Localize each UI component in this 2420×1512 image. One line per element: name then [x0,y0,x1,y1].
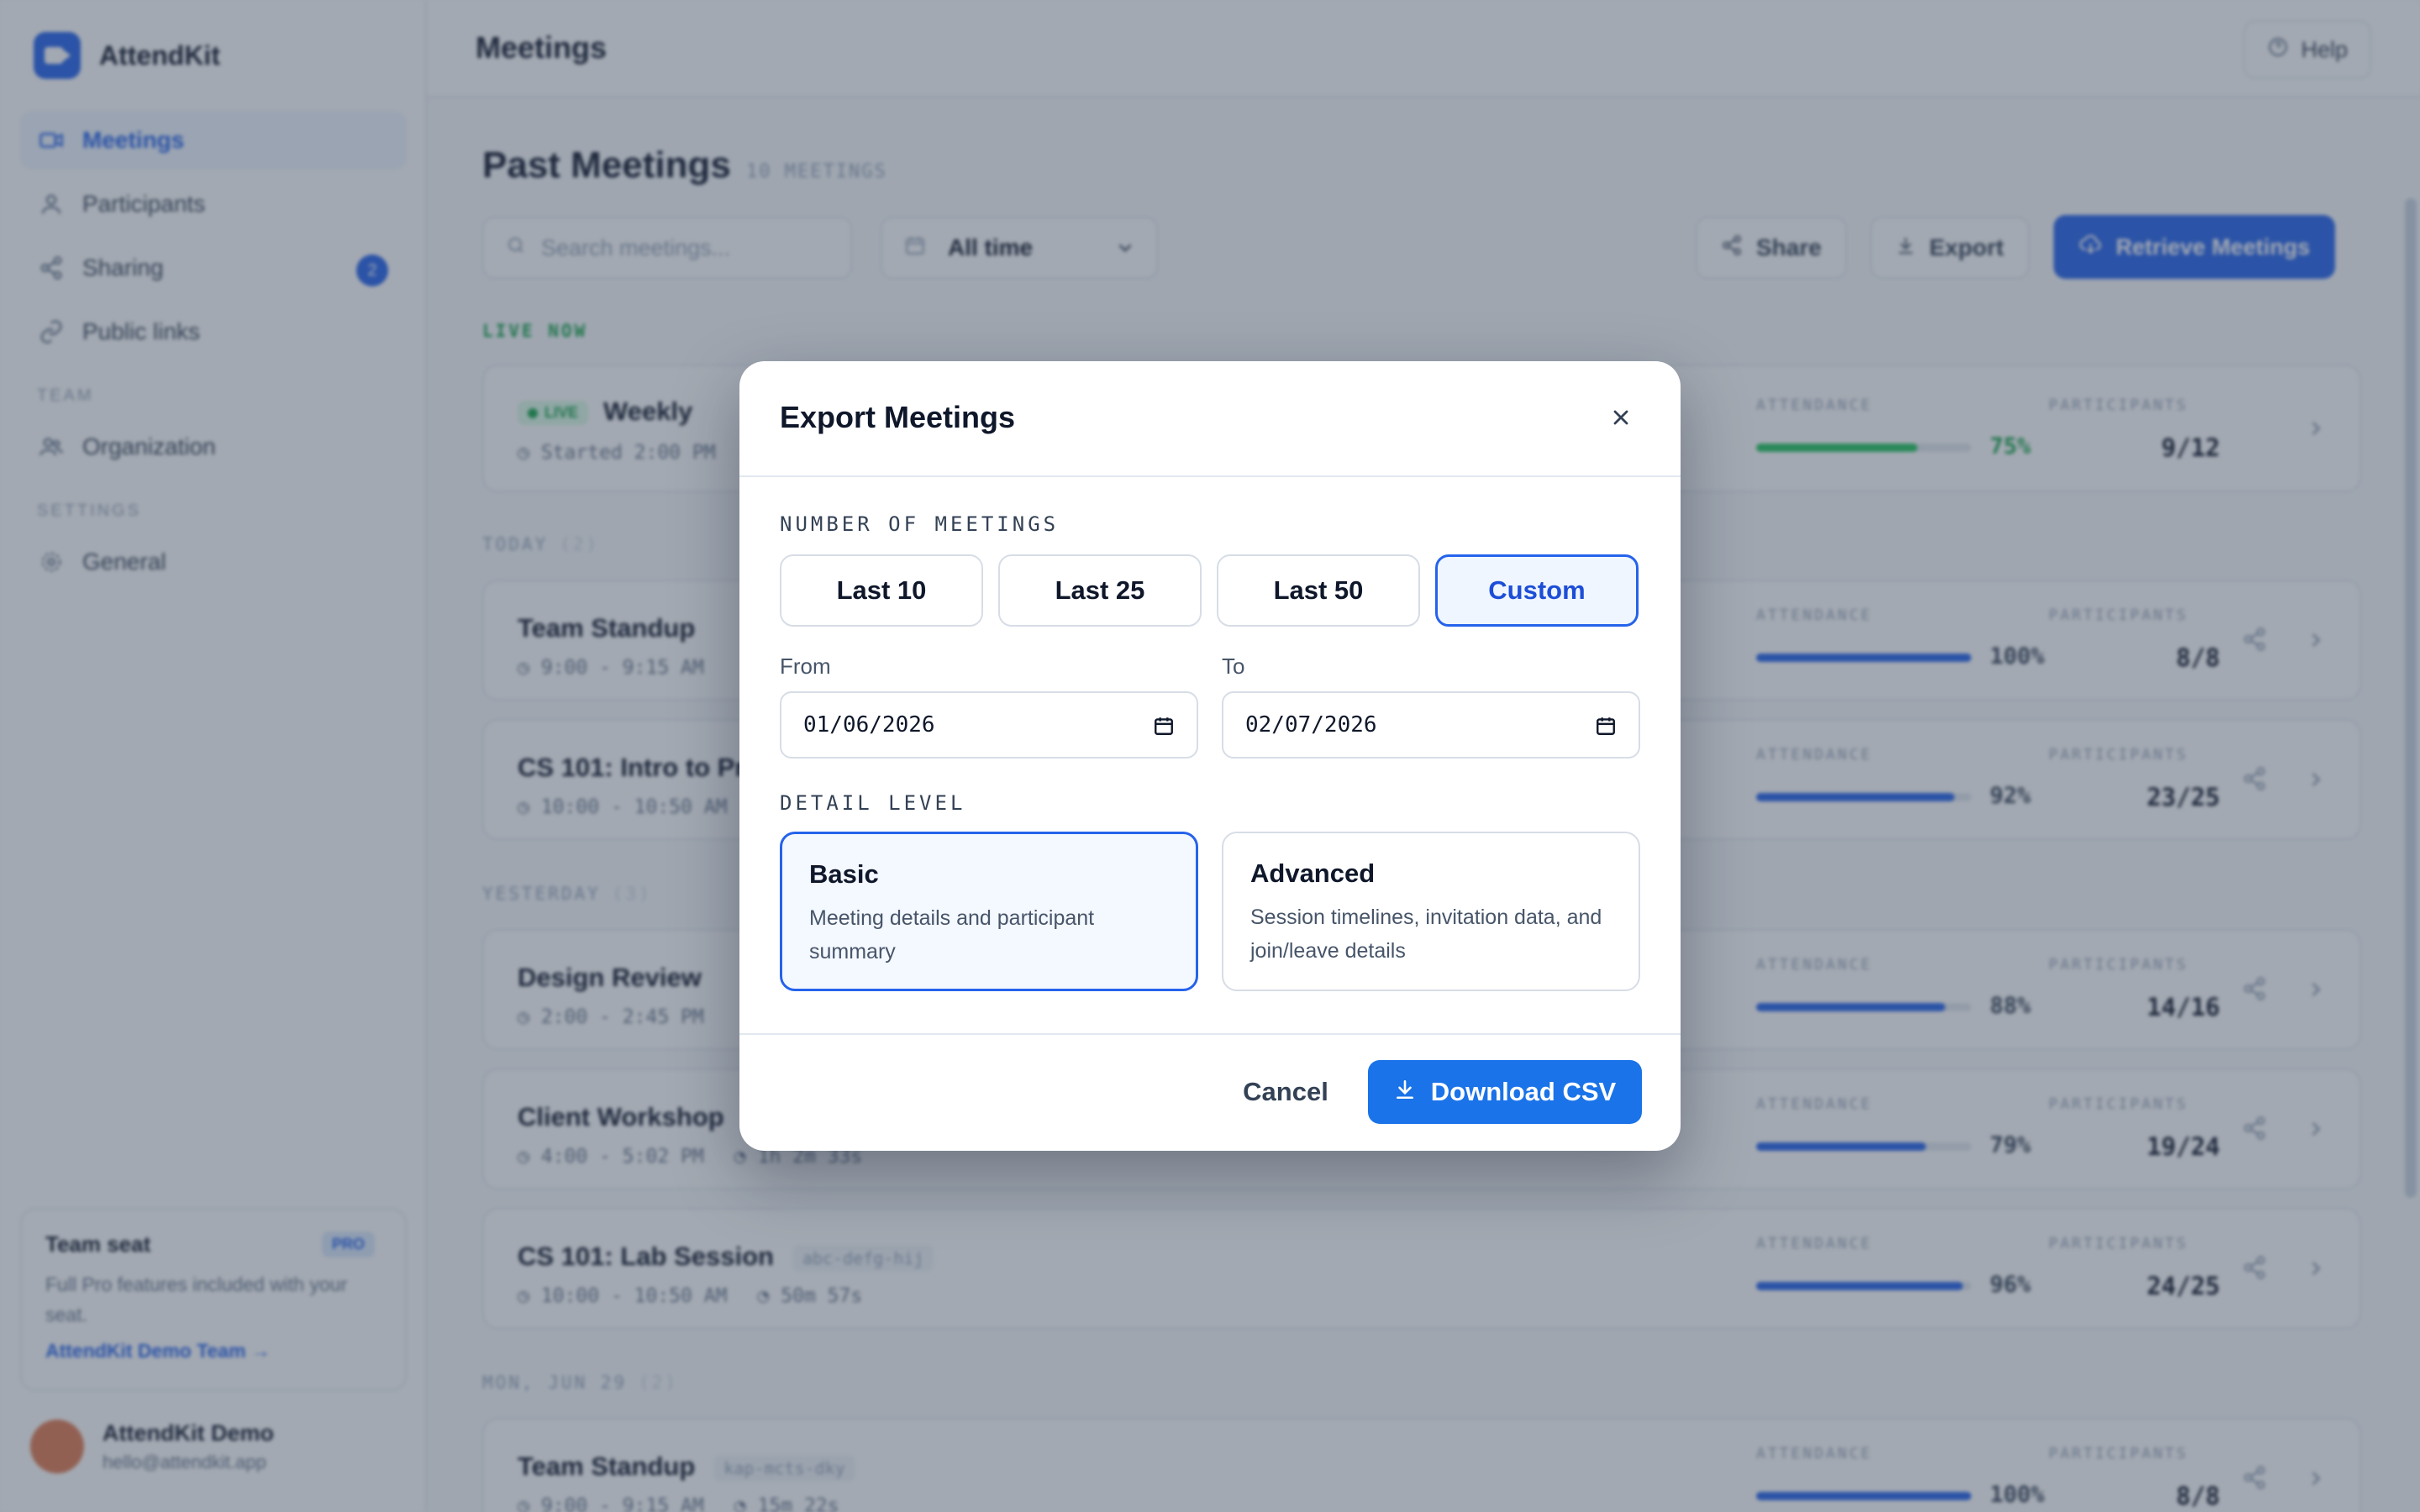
detail-level-label: DETAIL LEVEL [780,791,966,815]
calendar-icon[interactable] [1595,715,1617,743]
close-button[interactable] [1600,398,1642,440]
last-50-option[interactable]: Last 50 [1217,554,1420,627]
calendar-icon[interactable] [1153,715,1175,743]
custom-option[interactable]: Custom [1435,554,1639,627]
dialog-header: Export Meetings [739,361,1681,477]
download-icon [1394,1077,1416,1107]
last-25-option[interactable]: Last 25 [998,554,1202,627]
download-csv-label: Download CSV [1430,1077,1617,1106]
from-label: From [780,654,831,679]
number-of-meetings-label: NUMBER OF MEETINGS [780,512,1060,536]
detail-advanced-title: Advanced [1250,858,1376,888]
detail-basic-option[interactable]: Basic Meeting details and participant su… [780,832,1198,991]
cancel-button[interactable]: Cancel [1218,1060,1353,1124]
download-csv-button[interactable]: Download CSV [1368,1060,1642,1124]
from-date-input[interactable]: 01/06/2026 [780,691,1198,759]
export-meetings-dialog: Export Meetings NUMBER OF MEETINGS Last … [739,361,1681,1151]
dialog-title: Export Meetings [780,400,1016,434]
to-date-input[interactable]: 02/07/2026 [1222,691,1640,759]
to-label: To [1222,654,1245,679]
to-date-value: 02/07/2026 [1245,712,1377,738]
detail-basic-description: Meeting details and participant summary [809,906,1095,963]
dialog-footer: Cancel Download CSV [739,1033,1681,1151]
detail-advanced-description: Session timelines, invitation data, and … [1250,906,1602,963]
detail-advanced-option[interactable]: Advanced Session timelines, invitation d… [1222,832,1640,991]
detail-basic-title: Basic [809,859,879,889]
last-10-option[interactable]: Last 10 [780,554,983,627]
from-date-value: 01/06/2026 [803,712,935,738]
close-icon [1609,406,1633,433]
